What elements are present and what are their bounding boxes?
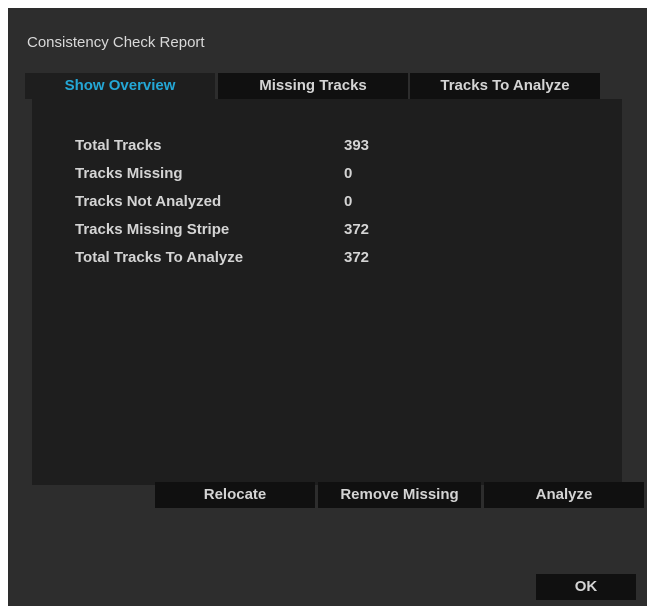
overview-value-total-tracks: 393 (344, 137, 370, 154)
overview-label-tracks-missing-stripe: Tracks Missing Stripe (75, 221, 230, 238)
overview-value-tracks-missing-stripe: 372 (344, 221, 370, 238)
overview-label-total-tracks: Total Tracks (75, 137, 162, 154)
overview-label-total-tracks-to-analyze: Total Tracks To Analyze (75, 249, 244, 266)
ok-button[interactable]: OK (536, 574, 636, 600)
overview-value-tracks-missing: 0 (344, 165, 353, 182)
overview-label-tracks-missing: Tracks Missing (75, 165, 183, 182)
overview-label-tracks-not-analyzed: Tracks Not Analyzed (75, 193, 222, 210)
overview-value-tracks-not-analyzed: 0 (344, 193, 353, 210)
tab-tracks-to-analyze[interactable]: Tracks To Analyze (410, 73, 600, 99)
consistency-check-dialog: Consistency Check Report Show Overview M… (8, 8, 647, 606)
tab-show-overview[interactable]: Show Overview (25, 73, 215, 99)
relocate-button[interactable]: Relocate (155, 482, 315, 508)
analyze-button[interactable]: Analyze (484, 482, 644, 508)
remove-missing-button[interactable]: Remove Missing (318, 482, 481, 508)
overview-panel: Total Tracks 393 Tracks Missing 0 Tracks… (32, 99, 622, 485)
dialog-title: Consistency Check Report (27, 34, 205, 51)
tab-missing-tracks[interactable]: Missing Tracks (218, 73, 408, 99)
overview-value-total-tracks-to-analyze: 372 (344, 249, 370, 266)
